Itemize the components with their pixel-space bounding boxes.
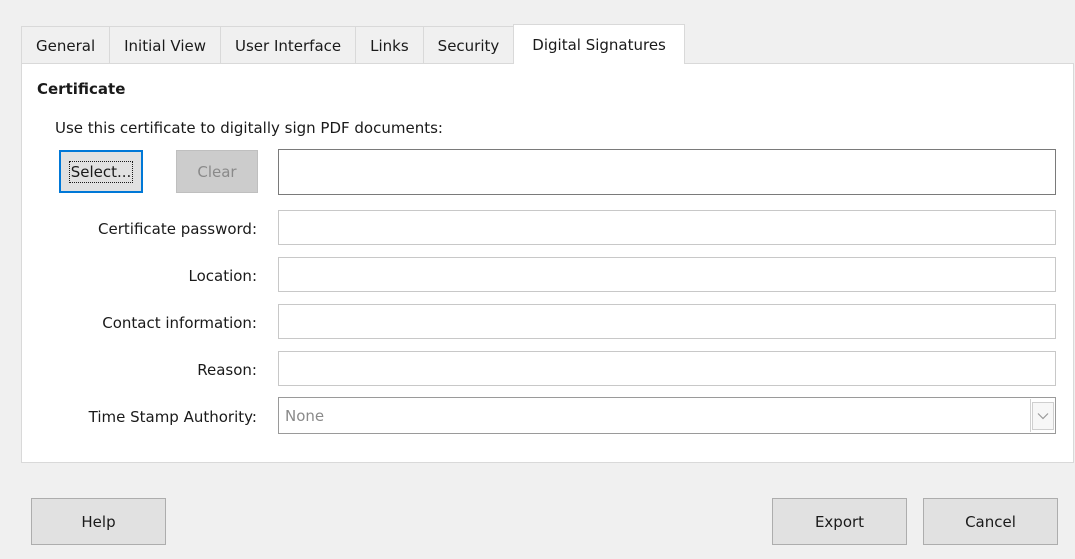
reason-label: Reason: [197, 361, 257, 379]
location-field[interactable] [278, 257, 1056, 292]
reason-field[interactable] [278, 351, 1056, 386]
select-certificate-button-label: Select... [68, 160, 134, 183]
tab-user-interface[interactable]: User Interface [220, 26, 357, 64]
help-button-label: Help [81, 512, 116, 531]
tab-initial-view-label: Initial View [124, 36, 206, 55]
time-stamp-authority-value: None [285, 406, 325, 425]
time-stamp-authority-select[interactable]: None [278, 397, 1056, 434]
tab-digital-signatures-label: Digital Signatures [532, 35, 666, 54]
tab-digital-signatures[interactable]: Digital Signatures [513, 24, 685, 64]
certificate-description: Use this certificate to digitally sign P… [55, 119, 443, 137]
cancel-button-label: Cancel [965, 512, 1016, 531]
location-label: Location: [188, 267, 258, 285]
clear-certificate-button[interactable]: Clear [176, 150, 258, 193]
select-certificate-button[interactable]: Select... [59, 150, 143, 193]
export-button[interactable]: Export [772, 498, 907, 545]
chevron-down-icon [1031, 401, 1054, 430]
tab-initial-view[interactable]: Initial View [109, 26, 221, 64]
contact-information-label: Contact information: [102, 314, 257, 332]
pdf-export-dialog: General Initial View User Interface Link… [0, 0, 1075, 559]
time-stamp-authority-dropdown-button[interactable] [1030, 399, 1054, 432]
help-button[interactable]: Help [31, 498, 166, 545]
tab-general-label: General [36, 36, 96, 55]
export-button-label: Export [814, 512, 865, 531]
clear-certificate-button-label: Clear [197, 162, 237, 181]
cancel-button[interactable]: Cancel [923, 498, 1058, 545]
tab-general[interactable]: General [21, 26, 111, 64]
tab-security[interactable]: Security [422, 26, 515, 64]
digital-signatures-panel: Certificate Use this certificate to digi… [21, 63, 1074, 463]
tab-user-interface-label: User Interface [235, 36, 342, 55]
tab-links[interactable]: Links [355, 26, 424, 64]
certificate-section-title: Certificate [37, 80, 126, 98]
tab-bar: General Initial View User Interface Link… [21, 24, 685, 64]
tab-security-label: Security [437, 36, 500, 55]
time-stamp-authority-label: Time Stamp Authority: [88, 408, 257, 426]
contact-information-field[interactable] [278, 304, 1056, 339]
certificate-field[interactable] [278, 149, 1056, 195]
tab-links-label: Links [370, 36, 409, 55]
certificate-password-field[interactable] [278, 210, 1056, 245]
certificate-password-label: Certificate password: [98, 220, 257, 238]
